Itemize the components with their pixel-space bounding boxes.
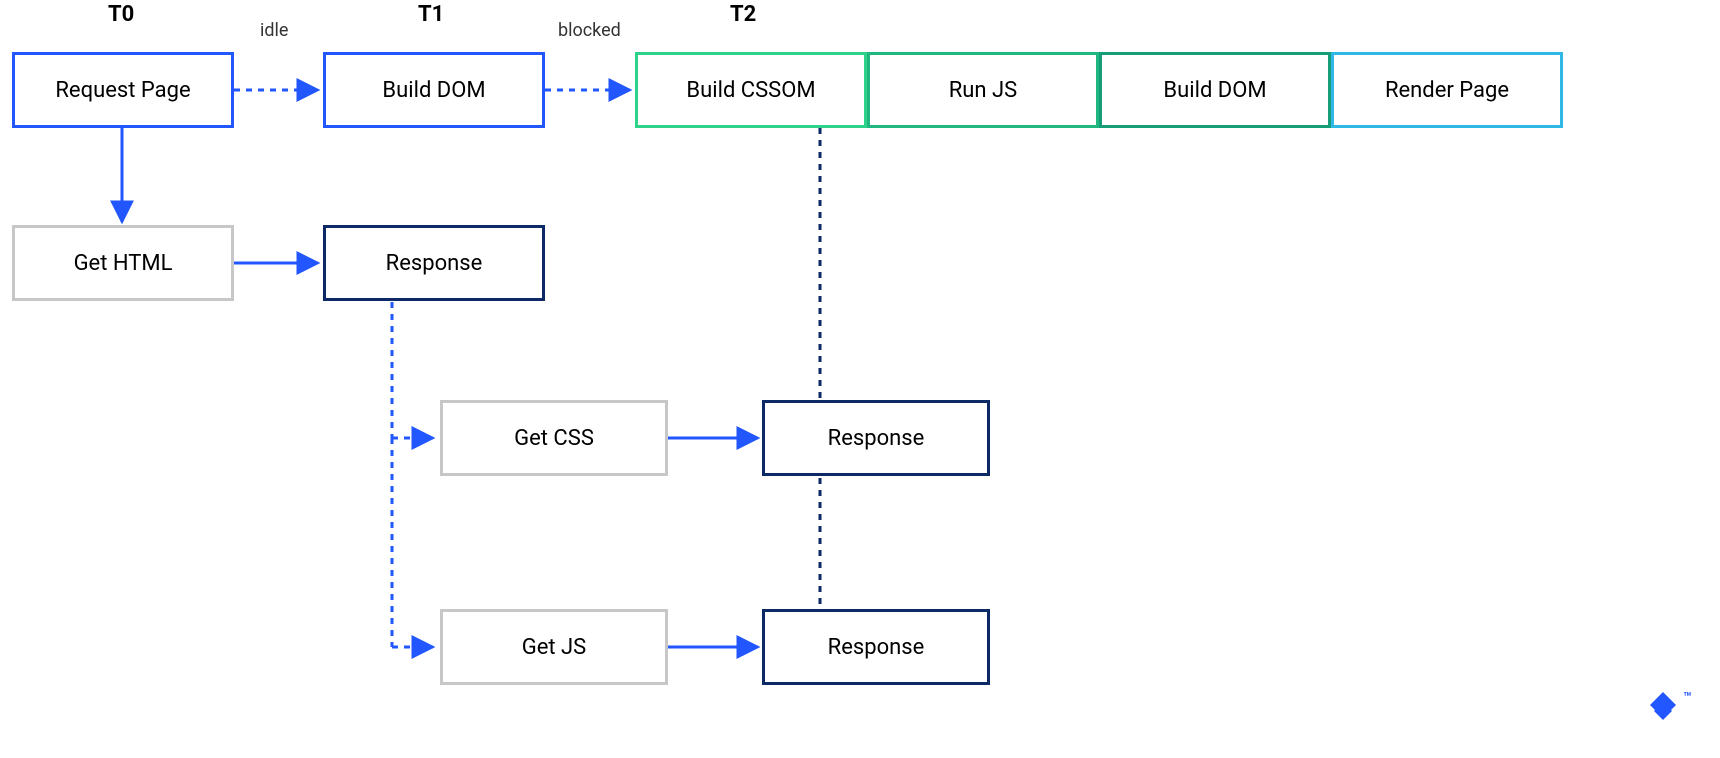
box-label: Render Page xyxy=(1385,78,1509,103)
box-label: Build CSSOM xyxy=(686,78,815,103)
brand-tm: ™ xyxy=(1683,690,1692,706)
brand-mark: ™ xyxy=(1646,690,1692,734)
box-label: Build DOM xyxy=(1163,78,1266,103)
box-run-js: Run JS xyxy=(867,52,1099,128)
time-marker-t2: T2 xyxy=(730,2,756,27)
box-label: Get JS xyxy=(522,635,587,660)
box-build-dom-1: Build DOM xyxy=(323,52,545,128)
box-response-css: Response xyxy=(762,400,990,476)
box-request-page: Request Page xyxy=(12,52,234,128)
box-label: Build DOM xyxy=(382,78,485,103)
box-label: Response xyxy=(828,635,925,660)
box-response-html: Response xyxy=(323,225,545,301)
brand-icon xyxy=(1646,718,1683,734)
edge-label-blocked: blocked xyxy=(558,20,621,41)
time-marker-t0: T0 xyxy=(108,2,134,27)
diagram-stage: T0 T1 T2 idle blocked Request Page Build… xyxy=(0,0,1720,758)
box-build-cssom: Build CSSOM xyxy=(635,52,867,128)
box-response-js: Response xyxy=(762,609,990,685)
box-get-html: Get HTML xyxy=(12,225,234,301)
box-label: Response xyxy=(386,251,483,276)
time-marker-t1: T1 xyxy=(418,2,444,27)
box-build-dom-2: Build DOM xyxy=(1099,52,1331,128)
box-render-page: Render Page xyxy=(1331,52,1563,128)
box-label: Run JS xyxy=(949,78,1018,103)
box-label: Get HTML xyxy=(74,251,173,276)
box-get-css: Get CSS xyxy=(440,400,668,476)
box-label: Response xyxy=(828,426,925,451)
edge-label-idle: idle xyxy=(260,20,288,41)
box-get-js: Get JS xyxy=(440,609,668,685)
box-label: Get CSS xyxy=(514,426,594,451)
box-label: Request Page xyxy=(55,78,190,103)
